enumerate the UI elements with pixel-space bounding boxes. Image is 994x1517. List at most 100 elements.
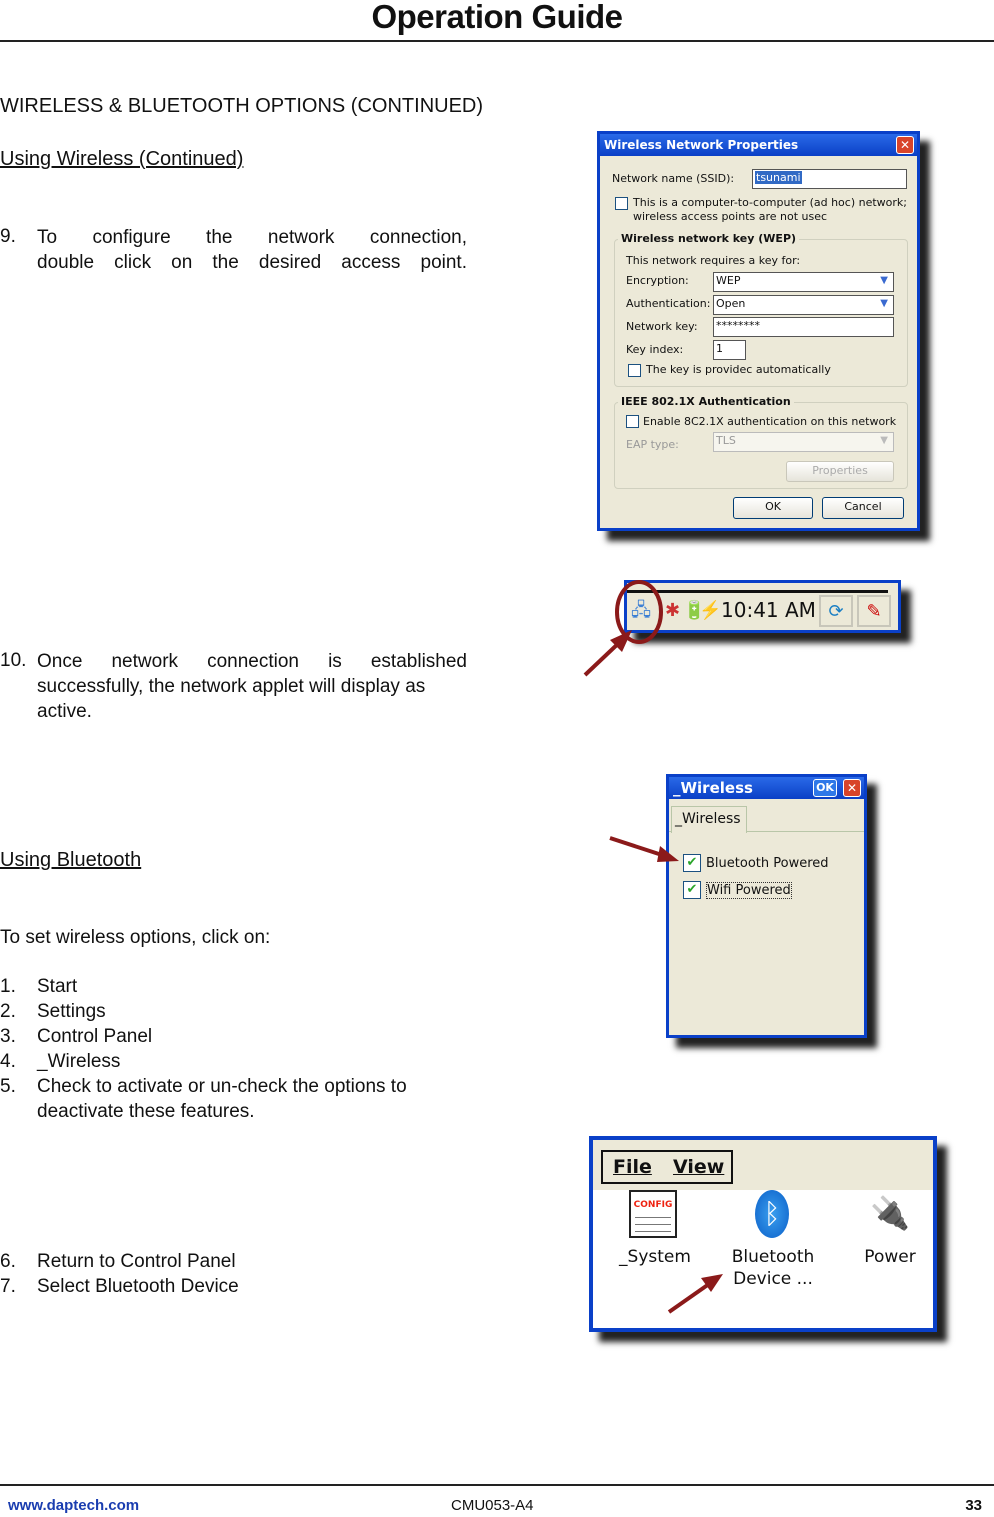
authentication-value: Open (716, 297, 746, 310)
annotation-circle (615, 580, 663, 644)
annotation-arrow-network (583, 580, 663, 677)
chevron-down-icon: ▼ (880, 435, 888, 446)
network-key-label: Network key: (626, 320, 698, 333)
system-config-icon[interactable]: CONFIG (629, 1190, 677, 1238)
list-text: Control Panel (37, 1026, 153, 1047)
step-text-line: To configure the network connection, (37, 227, 467, 248)
footer-url-link[interactable]: www.daptech.com (8, 1497, 139, 1514)
eap-type-label: EAP type: (626, 438, 679, 451)
pen-icon: ✎ (866, 601, 882, 621)
ok-button[interactable]: OK (733, 497, 813, 519)
step-text-line: double click on the desired access point… (37, 252, 467, 273)
clock: 10:41 AM (721, 598, 816, 622)
eap-type-value: TLS (716, 434, 736, 447)
control-panel-window: File View CONFIG _System ᛒ Bluetooth Dev… (589, 1136, 937, 1332)
enable-8021x-checkbox[interactable] (626, 415, 639, 428)
applet-title: _Wireless (673, 779, 753, 797)
list-number: 6. (0, 1251, 16, 1272)
chevron-down-icon: ▼ (880, 298, 888, 309)
input-panel-button[interactable]: ✎ (857, 595, 891, 627)
step-number: 9. (0, 226, 16, 247)
bluetooth-device-label[interactable]: Bluetooth Device ... (725, 1246, 821, 1290)
step-text-line: Once network connection is established (37, 651, 467, 672)
key-index-value: 1 (716, 342, 723, 355)
page-header: Operation Guide (0, 0, 994, 42)
list-text: Settings (37, 1001, 106, 1022)
footer-page-number: 33 (965, 1497, 982, 1514)
ieee-group-title: IEEE 802.1X Authentication (618, 395, 794, 408)
wifi-powered-label: Wifi Powered (706, 882, 792, 899)
checkmark-icon: ✔ (686, 882, 698, 897)
adhoc-label-line2: wireless access points are not usec (633, 210, 828, 223)
cancel-button[interactable]: Cancel (822, 497, 904, 519)
adhoc-checkbox[interactable] (615, 197, 628, 210)
dialog-titlebar: Wireless Network Properties ✕ (600, 134, 917, 156)
wireless-network-properties-dialog: Wireless Network Properties ✕ Network na… (597, 131, 920, 531)
chevron-down-icon: ▼ (880, 275, 888, 286)
menubar: File View (601, 1150, 733, 1184)
auto-key-checkbox[interactable] (628, 364, 641, 377)
wifi-powered-checkbox[interactable]: ✔ (683, 881, 701, 899)
bluetooth-icon[interactable]: ᛒ (755, 1190, 789, 1238)
list-text: Check to activate or un-check the option… (37, 1076, 407, 1097)
wireless-applet-window: _Wireless OK ✕ _Wireless ✔ Bluetooth Pow… (666, 774, 867, 1038)
list-text: Start (37, 976, 78, 997)
list-number: 4. (0, 1051, 16, 1072)
power-label[interactable]: Power (853, 1246, 927, 1268)
menu-file[interactable]: File (613, 1152, 652, 1182)
step-number: 10. (0, 650, 27, 671)
applet-ok-button[interactable]: OK (813, 779, 837, 797)
system-label[interactable]: _System (615, 1246, 695, 1268)
list-text: _Wireless (37, 1051, 121, 1072)
close-icon: ✕ (846, 781, 858, 795)
subhead-using-bluetooth: Using Bluetooth (0, 849, 142, 871)
checkmark-icon: ✔ (686, 855, 698, 870)
annotation-arrow-line (609, 836, 666, 858)
page-title: Operation Guide (371, 0, 623, 35)
close-button[interactable]: ✕ (896, 136, 914, 154)
annotation-arrow-head (657, 846, 679, 862)
properties-button[interactable]: Properties (786, 461, 894, 482)
subhead-using-wireless: Using Wireless (Continued) (0, 148, 244, 170)
authentication-select[interactable]: Open ▼ (713, 295, 894, 315)
sync-icon: ⟳ (828, 601, 844, 621)
applet-close-button[interactable]: ✕ (843, 779, 861, 797)
step-text-line: successfully, the network applet will di… (37, 676, 426, 697)
bluetooth-label-line2: Device ... (733, 1269, 813, 1289)
encryption-select[interactable]: WEP ▼ (713, 272, 894, 292)
bluetooth-intro: To set wireless options, click on: (0, 927, 271, 948)
annotation-arrow-bluetooth (609, 836, 679, 862)
key-index-input[interactable]: 1 (713, 340, 746, 360)
eap-type-select[interactable]: TLS ▼ (713, 432, 894, 452)
list-text: Return to Control Panel (37, 1251, 236, 1272)
dialog-title: Wireless Network Properties (604, 138, 799, 152)
network-key-input[interactable]: ******** (713, 317, 894, 337)
list-number: 7. (0, 1276, 16, 1297)
close-icon: ✕ (899, 138, 911, 152)
key-index-label: Key index: (626, 343, 684, 356)
sync-button[interactable]: ⟳ (819, 595, 853, 627)
menu-view[interactable]: View (673, 1152, 724, 1182)
bluetooth-powered-label: Bluetooth Powered (706, 856, 829, 871)
footer-rule (0, 1484, 994, 1486)
wep-group-title: Wireless network key (WEP) (618, 232, 800, 245)
auto-key-label: The key is providec automatically (646, 363, 831, 376)
bluetooth-powered-checkbox[interactable]: ✔ (683, 854, 701, 872)
power-icon[interactable]: 🔌 (865, 1190, 915, 1236)
ssid-input[interactable]: tsunami (752, 169, 907, 189)
encryption-value: WEP (716, 274, 741, 287)
list-number: 2. (0, 1001, 16, 1022)
section-title: WIRELESS & BLUETOOTH OPTIONS (CONTINUED) (0, 95, 484, 117)
tab-wireless[interactable]: _Wireless (671, 806, 747, 833)
authentication-label: Authentication: (626, 297, 711, 310)
power-charging-icon[interactable]: ⚡ (699, 600, 721, 620)
network-key-value: ******** (716, 319, 760, 332)
list-number: 3. (0, 1026, 16, 1047)
applet-titlebar: _Wireless OK ✕ (669, 777, 864, 799)
list-text: deactivate these features. (37, 1101, 255, 1122)
adhoc-label-line1: This is a computer-to-computer (ad hoc) … (633, 196, 908, 209)
ssid-label: Network name (SSID): (612, 172, 735, 185)
ssid-value: tsunami (755, 171, 802, 184)
annotation-arrow-line (667, 1282, 711, 1314)
list-number: 1. (0, 976, 16, 997)
